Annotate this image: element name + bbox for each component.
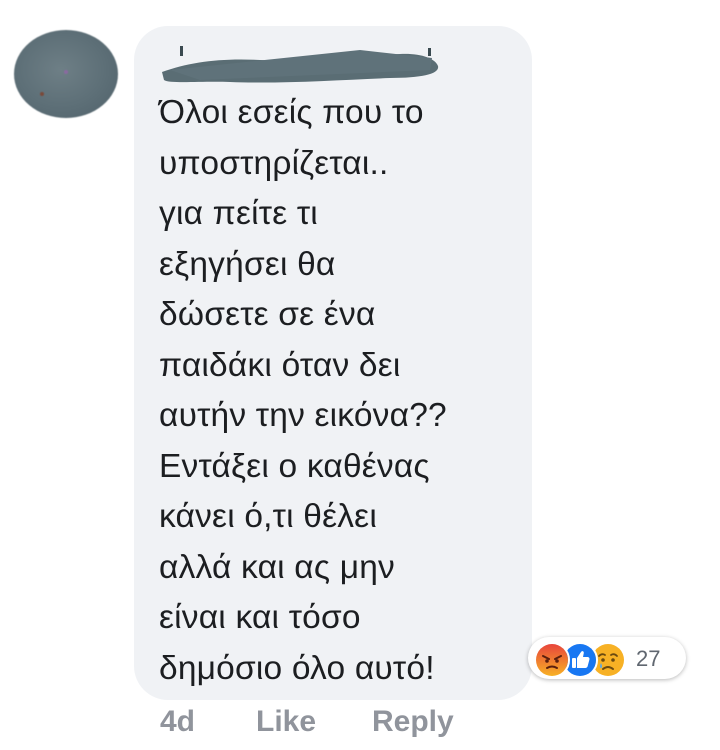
comment-text: Όλοι εσείς που το υποστηρίζεται.. για πε…: [159, 94, 447, 687]
reaction-count: 27: [636, 646, 661, 671]
avatar-detail: [40, 92, 44, 96]
timestamp[interactable]: 4d: [160, 705, 195, 739]
avatar[interactable]: [14, 30, 118, 118]
avatar-detail: [64, 70, 68, 74]
author-name-redacted[interactable]: [160, 40, 442, 90]
angry-icon: [534, 642, 570, 678]
reactions-summary[interactable]: 27: [528, 637, 686, 679]
like-button[interactable]: Like: [256, 705, 316, 739]
reply-button[interactable]: Reply: [372, 705, 454, 739]
